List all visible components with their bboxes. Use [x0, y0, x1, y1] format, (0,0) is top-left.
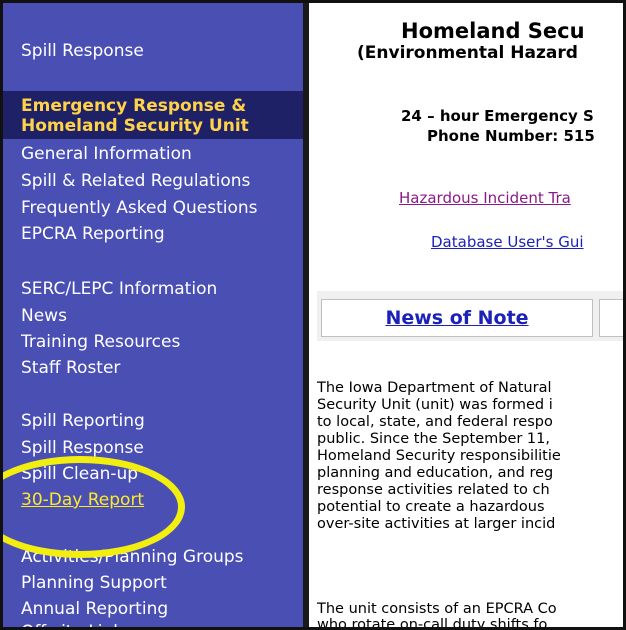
sidebar-item-annual-reporting[interactable]: Annual Reporting — [21, 599, 168, 619]
sidebar-item-general-information[interactable]: General Information — [21, 144, 192, 164]
database-users-guide-link[interactable]: Database User's Gui — [431, 233, 584, 251]
paragraph-line: public. Since the September 11, — [317, 431, 550, 447]
sidebar-item-planning-support[interactable]: Planning Support — [21, 573, 167, 593]
sidebar-item-spill-response[interactable]: Spill Response — [21, 438, 144, 458]
sidebar-item-serc-lepc[interactable]: SERC/LEPC Information — [21, 279, 217, 299]
sidebar-item-spill-response-top[interactable]: Spill Response — [21, 41, 144, 61]
sidebar-item-news[interactable]: News — [21, 306, 67, 326]
sidebar-item-training-resources[interactable]: Training Resources — [21, 332, 180, 352]
paragraph-line: planning and education, and reg — [317, 465, 554, 481]
page-title: Homeland Secu — [401, 19, 585, 43]
emergency-phone-label: 24 – hour Emergency S — [401, 107, 594, 125]
browser-viewport: Spill Response Emergency Response & Home… — [0, 0, 626, 630]
sidebar-item-spill-reporting[interactable]: Spill Reporting — [21, 411, 145, 431]
paragraph-line: Homeland Security responsibilitie — [317, 448, 561, 464]
tab-news-of-note-label: News of Note — [385, 307, 529, 329]
sidebar-item-faq[interactable]: Frequently Asked Questions — [21, 198, 258, 218]
paragraph-line: The unit consists of an EPCRA Co — [317, 601, 557, 617]
hazardous-incident-tracking-link[interactable]: Hazardous Incident Tra — [399, 189, 571, 207]
paragraph-line: who rotate on-call duty shifts fo — [317, 617, 548, 630]
sidebar-item-staff-roster[interactable]: Staff Roster — [21, 358, 120, 378]
emergency-phone-number: Phone Number: 515 — [427, 127, 595, 145]
paragraph-line: The Iowa Department of Natural — [317, 380, 552, 396]
paragraph-line: to local, state, and federal respo — [317, 414, 553, 430]
sidebar-item-off-site-links[interactable]: Off-site Links — [21, 622, 132, 627]
sidebar-item-activities-planning[interactable]: Activities/Planning Groups — [21, 547, 244, 567]
paragraph-line: Security Unit (unit) was formed i — [317, 397, 553, 413]
tab-next[interactable] — [599, 299, 623, 337]
page-subtitle: (Environmental Hazard — [357, 43, 578, 63]
left-navigation-sidebar: Spill Response Emergency Response & Home… — [3, 8, 309, 627]
sidebar-section-header[interactable]: Emergency Response & Homeland Security U… — [3, 91, 303, 139]
paragraph-line: over-site activities at larger incid — [317, 516, 556, 532]
sidebar-item-spill-clean-up[interactable]: Spill Clean-up — [21, 464, 138, 484]
sidebar-header-line-1: Emergency Response & — [21, 96, 247, 116]
paragraph-line: response activities related to ch — [317, 482, 550, 498]
sidebar-item-epcra-reporting[interactable]: EPCRA Reporting — [21, 224, 165, 244]
tab-news-of-note[interactable]: News of Note — [321, 299, 593, 337]
sidebar-item-spill-regulations[interactable]: Spill & Related Regulations — [21, 171, 250, 191]
sidebar-item-30-day-report[interactable]: 30-Day Report — [21, 490, 144, 510]
paragraph-line: potential to create a hazardous — [317, 499, 545, 515]
sidebar-header-line-2: Homeland Security Unit — [21, 116, 249, 136]
main-content: Homeland Secu (Environmental Hazard 24 –… — [309, 3, 623, 630]
